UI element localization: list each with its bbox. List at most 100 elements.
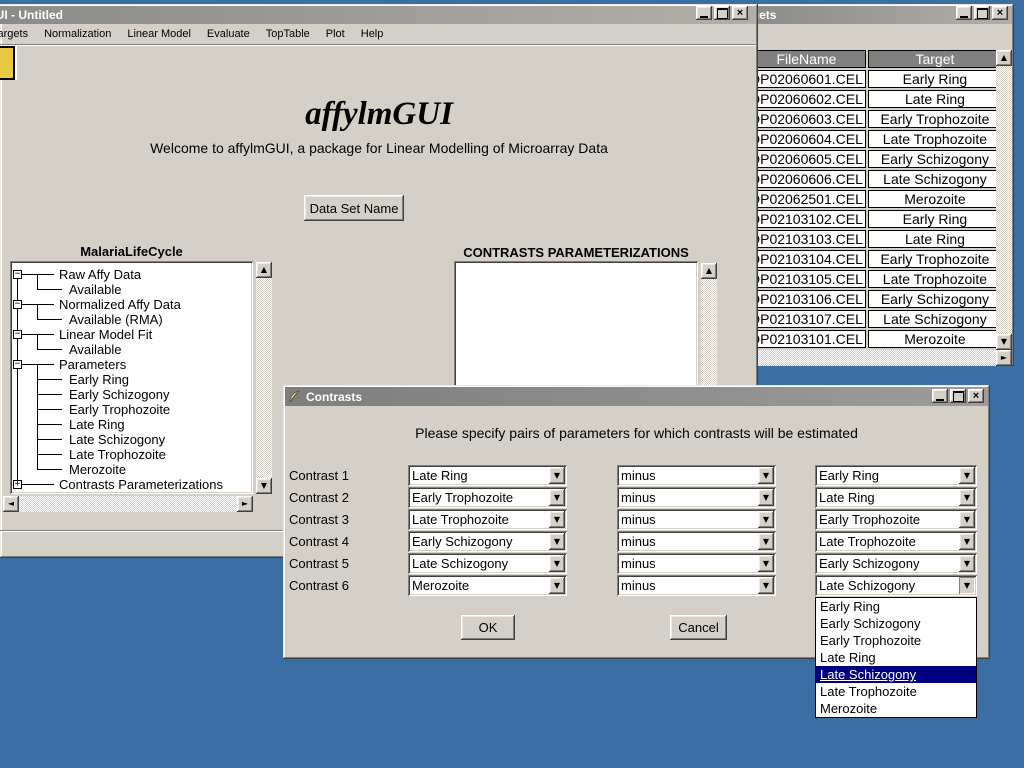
list-option[interactable]: Late Trophozoite bbox=[816, 683, 976, 700]
contrast-3-left-select[interactable]: Late Trophozoite ▼ bbox=[408, 509, 567, 530]
menu-help[interactable]: Help bbox=[361, 28, 384, 40]
chevron-down-icon[interactable]: ▼ bbox=[758, 511, 774, 528]
cell-filename[interactable]: DP02103102.CEL bbox=[755, 210, 866, 228]
cell-target[interactable]: Late Ring bbox=[868, 90, 1002, 108]
contrast-5-right-select[interactable]: Early Schizogony ▼ bbox=[815, 553, 977, 574]
cell-filename[interactable]: DP02103103.CEL bbox=[755, 230, 866, 248]
cell-target[interactable]: Early Trophozoite bbox=[868, 110, 1002, 128]
ok-button[interactable]: OK bbox=[461, 615, 515, 640]
contrast-2-right-select[interactable]: Late Ring ▼ bbox=[815, 487, 977, 508]
list-option[interactable]: Early Schizogony bbox=[816, 615, 976, 632]
chevron-down-icon[interactable]: ▼ bbox=[549, 511, 565, 528]
close-button[interactable]: × bbox=[968, 389, 984, 403]
tree-collapse-toggle[interactable]: − bbox=[13, 360, 22, 369]
cell-filename[interactable]: DP02060605.CEL bbox=[755, 150, 866, 168]
cell-filename[interactable]: DP02060602.CEL bbox=[755, 90, 866, 108]
tree-item[interactable]: Late Trophozoite bbox=[67, 447, 168, 462]
chevron-down-icon[interactable]: ▼ bbox=[959, 511, 975, 528]
chevron-down-icon[interactable]: ▼ bbox=[959, 577, 975, 594]
cell-filename[interactable]: DP02103101.CEL bbox=[755, 330, 866, 348]
list-option[interactable]: Early Trophozoite bbox=[816, 632, 976, 649]
tree-horizontal-scrollbar[interactable]: ◄ ► bbox=[3, 496, 253, 512]
cell-filename[interactable]: DP02060603.CEL bbox=[755, 110, 866, 128]
tree-item[interactable]: Available bbox=[67, 282, 124, 297]
menu-toptable[interactable]: TopTable bbox=[266, 28, 310, 40]
contrast-1-operator-select[interactable]: minus ▼ bbox=[617, 465, 776, 486]
close-button[interactable]: × bbox=[732, 6, 748, 20]
list-option-selected[interactable]: Late Schizogony bbox=[816, 666, 976, 683]
cell-target[interactable]: Late Ring bbox=[868, 230, 1002, 248]
scroll-right-button[interactable]: ► bbox=[996, 350, 1012, 366]
tree-item[interactable]: Available bbox=[67, 342, 124, 357]
minimize-button[interactable] bbox=[932, 389, 948, 403]
chevron-down-icon[interactable]: ▼ bbox=[959, 489, 975, 506]
contrast-2-left-select[interactable]: Early Trophozoite ▼ bbox=[408, 487, 567, 508]
cell-filename[interactable]: DP02062501.CEL bbox=[755, 190, 866, 208]
cell-target[interactable]: Late Schizogony bbox=[868, 310, 1002, 328]
chevron-down-icon[interactable]: ▼ bbox=[758, 577, 774, 594]
chevron-down-icon[interactable]: ▼ bbox=[959, 533, 975, 550]
tree-collapse-toggle[interactable]: − bbox=[13, 300, 22, 309]
menu-linear-model[interactable]: Linear Model bbox=[127, 28, 191, 40]
menu-evaluate[interactable]: Evaluate bbox=[207, 28, 250, 40]
maximize-button[interactable] bbox=[714, 6, 730, 20]
chevron-down-icon[interactable]: ▼ bbox=[758, 555, 774, 572]
minimize-button[interactable] bbox=[956, 6, 972, 20]
chevron-down-icon[interactable]: ▼ bbox=[549, 533, 565, 550]
scroll-down-button[interactable]: ▼ bbox=[256, 478, 272, 494]
contrast-3-operator-select[interactable]: minus ▼ bbox=[617, 509, 776, 530]
cell-target[interactable]: Late Schizogony bbox=[868, 170, 1002, 188]
cell-target[interactable]: Early Schizogony bbox=[868, 290, 1002, 308]
cell-filename[interactable]: DP02060606.CEL bbox=[755, 170, 866, 188]
contrast-6-operator-select[interactable]: minus ▼ bbox=[617, 575, 776, 596]
contrast-4-left-select[interactable]: Early Schizogony ▼ bbox=[408, 531, 567, 552]
tree-item[interactable]: Early Schizogony bbox=[67, 387, 171, 402]
tree-vertical-scrollbar[interactable]: ▲ ▼ bbox=[256, 262, 272, 494]
cell-target[interactable]: Early Schizogony bbox=[868, 150, 1002, 168]
maximize-button[interactable] bbox=[950, 389, 966, 403]
menu-targets[interactable]: Targets bbox=[0, 28, 28, 40]
menu-plot[interactable]: Plot bbox=[326, 28, 345, 40]
tree-collapse-toggle[interactable]: − bbox=[13, 270, 22, 279]
scroll-up-button[interactable]: ▲ bbox=[256, 262, 272, 278]
contrast-2-operator-select[interactable]: minus ▼ bbox=[617, 487, 776, 508]
cell-target[interactable]: Merozoite bbox=[868, 190, 1002, 208]
tree-item[interactable]: Late Schizogony bbox=[67, 432, 167, 447]
scroll-up-button[interactable]: ▲ bbox=[996, 50, 1012, 66]
tree-item[interactable]: Contrasts Parameterizations bbox=[57, 477, 225, 492]
contrast-4-operator-select[interactable]: minus ▼ bbox=[617, 531, 776, 552]
cell-filename[interactable]: DP02103105.CEL bbox=[755, 270, 866, 288]
targets-vertical-scrollbar[interactable]: ▲ ▼ bbox=[996, 50, 1012, 350]
tree-item[interactable]: Early Trophozoite bbox=[67, 402, 172, 417]
tree-item[interactable]: Normalized Affy Data bbox=[57, 297, 183, 312]
contrast-1-left-select[interactable]: Late Ring ▼ bbox=[408, 465, 567, 486]
cell-target[interactable]: Early Ring bbox=[868, 70, 1002, 88]
scroll-up-button[interactable]: ▲ bbox=[701, 263, 717, 279]
contrast-1-right-select[interactable]: Early Ring ▼ bbox=[815, 465, 977, 486]
cell-filename[interactable]: DP02103104.CEL bbox=[755, 250, 866, 268]
cell-target[interactable]: Early Ring bbox=[868, 210, 1002, 228]
contrast-6-left-select[interactable]: Merozoite ▼ bbox=[408, 575, 567, 596]
contrast-6-right-select[interactable]: Late Schizogony ▼ bbox=[815, 575, 977, 596]
chevron-down-icon[interactable]: ▼ bbox=[758, 489, 774, 506]
chevron-down-icon[interactable]: ▼ bbox=[959, 555, 975, 572]
column-header-filename[interactable]: FileName bbox=[755, 50, 866, 68]
cell-target[interactable]: Merozoite bbox=[868, 330, 1002, 348]
tree-collapse-toggle[interactable]: − bbox=[13, 330, 22, 339]
maximize-button[interactable] bbox=[974, 6, 990, 20]
tree-item[interactable]: Linear Model Fit bbox=[57, 327, 154, 342]
cell-target[interactable]: Early Trophozoite bbox=[868, 250, 1002, 268]
minimize-button[interactable] bbox=[696, 6, 712, 20]
chevron-down-icon[interactable]: ▼ bbox=[959, 467, 975, 484]
list-option[interactable]: Merozoite bbox=[816, 700, 976, 717]
main-titlebar[interactable]: affylmGUI - Untitled bbox=[0, 6, 756, 24]
tree-item[interactable]: Early Ring bbox=[67, 372, 131, 387]
tree-item[interactable]: Available (RMA) bbox=[67, 312, 165, 327]
chevron-down-icon[interactable]: ▼ bbox=[549, 489, 565, 506]
close-button[interactable]: × bbox=[992, 6, 1008, 20]
contrast-5-operator-select[interactable]: minus ▼ bbox=[617, 553, 776, 574]
cell-filename[interactable]: DP02060604.CEL bbox=[755, 130, 866, 148]
contrasts-vertical-scrollbar[interactable]: ▲ bbox=[701, 263, 717, 390]
tree-item[interactable]: Parameters bbox=[57, 357, 128, 372]
chevron-down-icon[interactable]: ▼ bbox=[549, 577, 565, 594]
